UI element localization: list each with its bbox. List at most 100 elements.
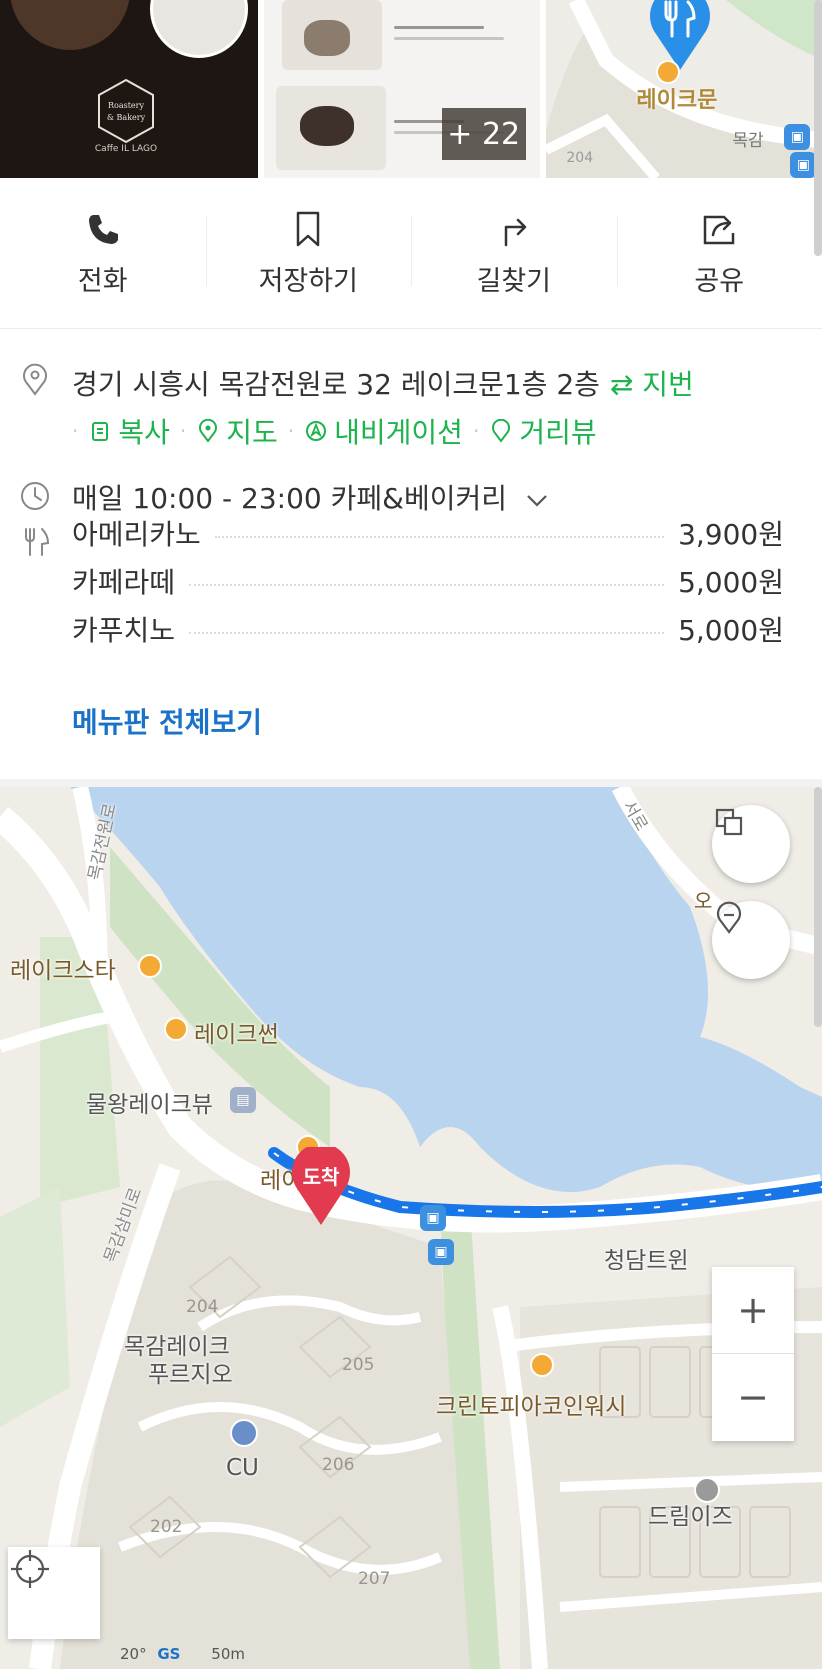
navigation-link[interactable]: 내비게이션 <box>334 411 463 451</box>
thumbnail-place-label: 레이크문 <box>636 88 718 113</box>
location-pin-icon <box>23 363 47 396</box>
directions-button[interactable]: 길찾기 <box>411 178 617 328</box>
map-view[interactable]: ▣ ▣ ▤ 레이크스타 레이크썬 물왕레이크뷰 레이크문 청담트윈 목감레이크 … <box>0 787 822 1669</box>
my-place-button[interactable] <box>712 901 790 979</box>
place-info: 경기 시흥시 목감전원로 32 레이크문1층 2층 ⇄ 지번 · 복사 · 지도 … <box>0 329 822 779</box>
map-link[interactable]: 지도 <box>226 411 278 451</box>
map-label-cleantopia: 크린토피아코인워시 <box>436 1394 627 1420</box>
layers-button[interactable] <box>712 805 790 883</box>
logo-subtitle: Caffe IL LAGO <box>94 144 158 154</box>
destination-pin[interactable]: 도착 <box>290 1147 352 1227</box>
map-label-edge: 오 <box>694 889 713 913</box>
svg-text:& Bakery: & Bakery <box>107 113 146 122</box>
bus-stop-icon: ▣ <box>790 152 817 178</box>
gs-label: GS <box>157 1645 181 1663</box>
phone-icon <box>88 214 118 244</box>
current-location-button[interactable] <box>8 1547 100 1639</box>
share-icon <box>704 215 735 244</box>
zoom-in-button[interactable]: + <box>712 1267 794 1353</box>
navigation-icon <box>306 421 327 441</box>
destination-label: 도착 <box>302 1165 340 1189</box>
menu-item-price: 5,000원 <box>678 566 784 599</box>
address-text: 경기 시흥시 목감전원로 32 레이크문1층 2층 <box>72 368 600 401</box>
directions-label: 길찾기 <box>476 265 552 297</box>
photo-map-thumbnail[interactable]: 레이크문 목감 204 ▣ ▣ <box>546 0 822 178</box>
map-scale: 20° GS 50m <box>120 1645 245 1663</box>
menu-item: 카푸치노 5,000원 <box>72 609 784 649</box>
building-icon: ▤ <box>230 1087 256 1113</box>
hours-text: 매일 10:00 - 23:00 카페&베이커리 <box>72 482 508 515</box>
save-button[interactable]: 저장하기 <box>205 178 412 328</box>
menu-dots <box>189 632 665 634</box>
view-full-menu-link[interactable]: 메뉴판 전체보기 <box>72 701 262 741</box>
cu-store-icon[interactable] <box>230 1419 258 1447</box>
save-label: 저장하기 <box>258 265 358 297</box>
map-label-cheongdam: 청담트윈 <box>604 1248 689 1274</box>
map-label-mulwang: 물왕레이크뷰 <box>86 1092 213 1118</box>
bus-stop-icon[interactable]: ▣ <box>420 1205 446 1231</box>
scale-text: 50m <box>211 1645 245 1663</box>
address-links: · 복사 · 지도 · 내비게이션 · 거리뷰 <box>62 411 597 451</box>
building-number: 205 <box>342 1355 375 1375</box>
bus-stop-icon[interactable]: ▣ <box>428 1239 454 1265</box>
map-scroll-indicator[interactable] <box>814 787 822 1027</box>
street-view-icon <box>492 419 511 443</box>
call-label: 전화 <box>77 265 128 297</box>
photo-food <box>303 20 350 56</box>
restaurant-pin-icon <box>650 0 711 70</box>
address: 경기 시흥시 목감전원로 32 레이크문1층 2층 ⇄ 지번 <box>72 363 694 403</box>
action-bar: 전화 저장하기 길찾기 공유 <box>0 178 822 329</box>
building-number: 202 <box>150 1517 183 1537</box>
map-label-cu: CU <box>226 1455 259 1481</box>
copy-link[interactable]: 복사 <box>118 411 170 451</box>
menu-item: 아메리카노 3,900원 <box>72 513 784 553</box>
share-button[interactable]: 공유 <box>616 178 822 328</box>
call-button[interactable]: 전화 <box>0 178 206 328</box>
menu-item-name: 아메리카노 <box>72 518 201 551</box>
separator: · <box>472 419 480 443</box>
clock-icon <box>21 482 49 510</box>
svg-text:Roastery: Roastery <box>108 101 144 110</box>
photo-plate <box>150 0 248 58</box>
menu-dots <box>214 536 665 538</box>
location-marker-icon <box>716 901 742 934</box>
menu-item: 카페라떼 5,000원 <box>72 561 784 601</box>
building-number: 206 <box>322 1455 355 1475</box>
thumbnail-road-label: 목감 <box>732 131 764 151</box>
layers-icon <box>715 808 743 836</box>
menu-item-price: 5,000원 <box>678 614 784 647</box>
more-photos-count[interactable]: + 22 <box>441 108 526 160</box>
crosshair-icon <box>11 1550 49 1588</box>
building-number: 204 <box>186 1297 219 1317</box>
poi-marker-icon[interactable] <box>164 1017 188 1041</box>
photo-food <box>299 106 354 146</box>
directions-icon <box>504 218 526 246</box>
thumbnail-number: 204 <box>566 150 594 166</box>
bus-stop-icon: ▣ <box>784 124 811 150</box>
zoom-controls: + − <box>712 1267 794 1441</box>
fork-knife-icon <box>25 528 50 556</box>
menu-dots <box>189 584 665 586</box>
menu-item-price: 3,900원 <box>678 518 784 551</box>
bookmark-icon <box>297 211 320 246</box>
photo-menu[interactable]: + 22 <box>263 0 541 178</box>
menu-item-name: 카페라떼 <box>72 566 176 599</box>
menu-item-name: 카푸치노 <box>72 614 176 647</box>
share-label: 공유 <box>694 265 745 297</box>
poi-marker-icon[interactable] <box>138 954 162 978</box>
map-label-dreamis: 드림이즈 <box>648 1504 733 1530</box>
poi-marker-icon[interactable] <box>530 1353 554 1377</box>
photo-logo[interactable]: Roastery & Bakery Caffe IL LAGO <box>0 0 258 178</box>
temperature: 20° <box>120 1645 147 1663</box>
building-number: 207 <box>358 1569 391 1589</box>
map-label-lakesun: 레이크썬 <box>194 1022 279 1048</box>
separator: · <box>287 419 295 443</box>
separator: · <box>179 419 187 443</box>
poi-marker-icon[interactable] <box>694 1477 720 1503</box>
zoom-out-button[interactable]: − <box>712 1353 794 1440</box>
cafe-logo: Roastery & Bakery <box>98 78 154 144</box>
jibun-toggle[interactable]: ⇄ 지번 <box>610 368 694 401</box>
map-label-lakestar: 레이크스타 <box>10 958 116 984</box>
street-view-link[interactable]: 거리뷰 <box>519 411 596 451</box>
business-hours[interactable]: 매일 10:00 - 23:00 카페&베이커리 <box>72 477 550 517</box>
